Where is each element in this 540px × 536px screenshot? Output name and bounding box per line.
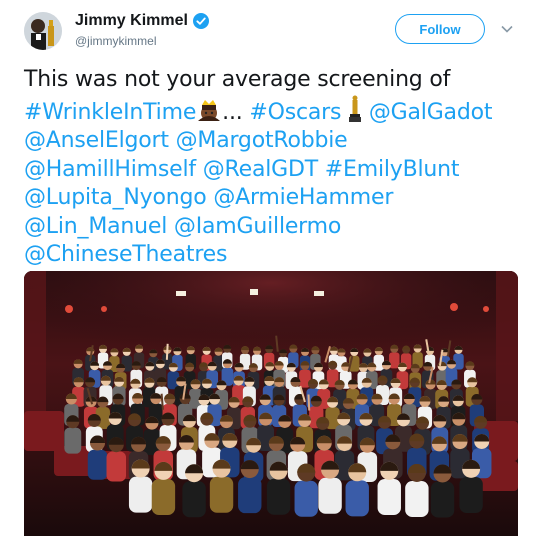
woman-with-crown-emoji [196, 99, 222, 125]
tweet-text-segment [196, 157, 203, 182]
tweet-text-segment [167, 214, 174, 239]
hashtag-link-wrinkleintime[interactable]: #WrinkleInTime [24, 100, 196, 125]
tweet-text-segment [169, 128, 176, 153]
avatar[interactable] [24, 12, 62, 50]
chevron-down-icon[interactable] [500, 22, 514, 36]
mention-link-armiehammer[interactable]: @ArmieHammer [213, 185, 393, 210]
tweet-photo[interactable] [24, 271, 518, 536]
name-row: Jimmy Kimmel [75, 12, 209, 30]
tweet-text-segment [318, 157, 325, 182]
mention-link-lin-manuel[interactable]: @Lin_Manuel [24, 214, 167, 239]
mention-link-margotrobbie[interactable]: @MargotRobbie [176, 128, 348, 153]
tweet-text: This was not your average screening of #… [24, 66, 524, 270]
tweet-text-segment [362, 100, 369, 125]
mention-link-lupita-nyongo[interactable]: @Lupita_Nyongo [24, 185, 207, 210]
hashtag-link-oscars[interactable]: #Oscars [249, 100, 341, 125]
mention-link-anselelgort[interactable]: @AnselElgort [24, 128, 169, 153]
mention-link-galgadot[interactable]: @GalGadot [369, 100, 493, 125]
avatar-image [24, 12, 62, 50]
tweet-header: Jimmy Kimmel @jimmykimmel Follow [0, 0, 540, 60]
mention-link-chinesetheatres[interactable]: @ChineseTheatres [24, 242, 227, 267]
follow-button[interactable]: Follow [395, 14, 485, 44]
user-handle[interactable]: @jimmykimmel [75, 34, 157, 48]
mention-link-hamillhimself[interactable]: @HamillHimself [24, 157, 196, 182]
hashtag-link-emilyblunt[interactable]: #EmilyBlunt [325, 157, 460, 182]
tweet-text-segment: This was not your average screening of [24, 67, 451, 92]
display-name[interactable]: Jimmy Kimmel [75, 12, 188, 30]
verified-badge-icon [192, 13, 209, 29]
group-photo-image [24, 271, 518, 536]
oscar-statuette-emoji [348, 95, 362, 125]
mention-link-realgdt[interactable]: @RealGDT [203, 157, 318, 182]
mention-link-iamguillermo[interactable]: @IamGuillermo [174, 214, 341, 239]
tweet-text-segment: ... [222, 99, 250, 125]
